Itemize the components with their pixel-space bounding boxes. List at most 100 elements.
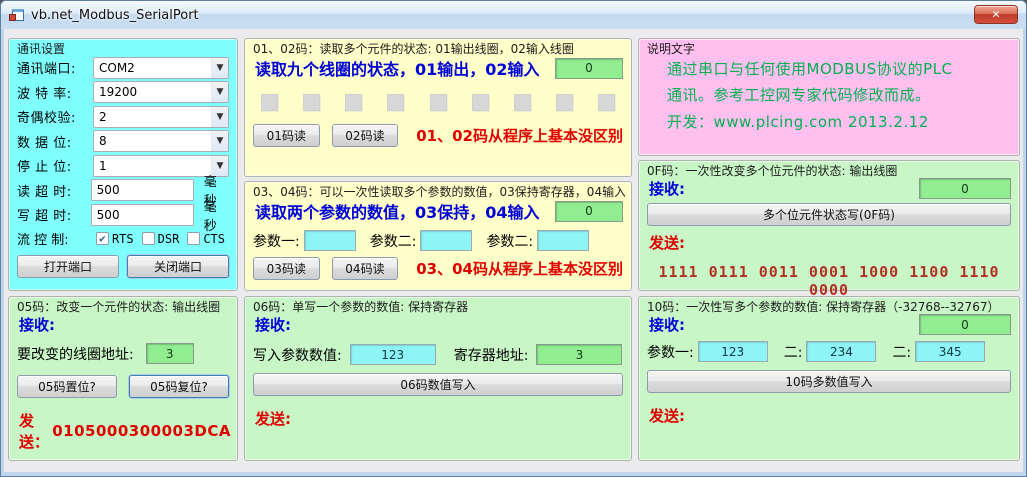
coil-indicator [387,94,404,111]
p10-param1-input[interactable]: 123 [698,341,768,362]
title-bar[interactable]: vb.net_Modbus_SerialPort ✕ [1,1,1026,29]
panel-comm-settings: 通讯设置 通讯端口: COM2 ▼ 波 特 率: 19200 ▼ [8,38,238,291]
p05-recv-label: 接收: [19,314,55,335]
field-databits: 数 据 位: 8 ▼ [17,130,229,152]
dsr-checkbox[interactable] [142,232,155,245]
panel-06: 06码：单写一个参数的数值: 保持寄存器 接收: 写入参数数值: 123 寄存器… [244,296,632,461]
p0304-param1-box[interactable] [304,230,356,251]
flow-control-label: 流 控 制: [17,229,92,248]
databits-label: 数 据 位: [17,132,93,151]
write-0F-button[interactable]: 多个位元件状态写(0F码) [647,203,1011,226]
coil-indicator [261,94,278,111]
p06-send-label: 发送: [255,408,291,429]
p10-send-label: 发送: [649,405,685,426]
p05-addr-input[interactable]: 3 [146,343,194,364]
write-timeout-label: 写 超 时: [17,205,91,224]
read-timeout-label: 读 超 时: [17,181,91,200]
p0102-note: 01、02码从程序上基本没区别 [416,125,623,146]
read-timeout-input[interactable]: 500 [91,179,194,201]
read-03-button[interactable]: 03码读 [253,257,320,280]
p10-param3-input[interactable]: 345 [915,341,985,362]
p0102-desc: 读取九个线圈的状态，01输出，02输入 [255,56,540,80]
field-parity: 奇偶校验: 2 ▼ [17,106,229,128]
p10-count-box[interactable]: 0 [919,314,1011,335]
p0F-recv-label: 接收: [649,178,685,199]
info-text: 通过串口与任何使用MODBUS协议的PLC 通讯。参考工控网专家代码修改而成。 … [645,54,1013,135]
read-01-button[interactable]: 01码读 [253,124,320,147]
p05-send-value: 0105000300003DCA [52,422,231,440]
p0304-param3-box[interactable] [537,230,589,251]
parity-combo[interactable]: 2 ▼ [93,106,229,128]
panel-0102-title: 01、02码：读取多个元件的状态: 01输出线圈，02输入线圈 [253,40,574,57]
chevron-down-icon[interactable]: ▼ [211,131,228,151]
panel-10-title: 10码：一次性写多个参数的数值: 保持寄存器（-32768--32767） [647,298,999,315]
write-timeout-input[interactable]: 500 [91,204,194,226]
field-read-timeout: 读 超 时: 500 毫秒 [17,179,229,201]
panel-info-title: 说明文字 [647,40,695,57]
panel-0304-title: 03、04码：可以一次性读取多个参数的数值，03保持寄存器，04输入 [253,183,625,200]
port-combo[interactable]: COM2 ▼ [93,57,229,79]
chevron-down-icon[interactable]: ▼ [211,82,228,102]
coil-indicator [472,94,489,111]
rts-checkbox[interactable]: ✔ [96,232,109,245]
databits-value: 8 [94,134,211,148]
cts-checkbox-item[interactable]: CTS [187,232,225,246]
info-line-1: 通过串口与任何使用MODBUS协议的PLC [667,56,1013,82]
p10-param3-label: 二: [892,342,911,362]
port-value: COM2 [94,61,211,75]
info-line-2: 通讯。参考工控网专家代码修改而成。 [667,82,1013,108]
coil-indicator [430,94,447,111]
panel-info: 说明文字 通过串口与任何使用MODBUS协议的PLC 通讯。参考工控网专家代码修… [638,38,1020,156]
chevron-down-icon[interactable]: ▼ [211,107,228,127]
coil-indicator [598,94,615,111]
p05-addr-label: 要改变的线圈地址: [17,344,134,364]
panel-0304: 03、04码：可以一次性读取多个参数的数值，03保持寄存器，04输入 读取两个参… [244,181,632,291]
baud-combo[interactable]: 19200 ▼ [93,81,229,103]
p0304-count-box[interactable]: 0 [555,201,623,222]
p0F-count-box[interactable]: 0 [919,178,1011,199]
p06-value-label: 写入参数数值: [253,345,342,365]
field-port: 通讯端口: COM2 ▼ [17,57,229,79]
panel-0102: 01、02码：读取多个元件的状态: 01输出线圈，02输入线圈 读取九个线圈的状… [244,38,632,177]
write-10-button[interactable]: 10码多数值写入 [647,370,1011,393]
close-button[interactable]: ✕ [974,5,1018,24]
dsr-checkbox-item[interactable]: DSR [142,232,180,246]
p0F-send-value: 1111 0111 0011 0001 1000 1100 1110 0000 [645,263,1013,299]
p06-addr-label: 寄存器地址: [454,345,529,365]
window-title: vb.net_Modbus_SerialPort [31,8,199,23]
p10-param2-label: 二: [784,342,803,362]
databits-combo[interactable]: 8 ▼ [93,130,229,152]
coil-indicator [514,94,531,111]
p10-param2-input[interactable]: 234 [806,341,876,362]
p05-reset-button[interactable]: 05码复位? [129,375,229,398]
chevron-down-icon[interactable]: ▼ [211,58,228,78]
p0F-send-label: 发送: [649,232,685,253]
write-06-button[interactable]: 06码数值写入 [253,373,623,396]
panel-10: 10码：一次性写多个参数的数值: 保持寄存器（-32768--32767） 接收… [638,296,1020,461]
panel-comm-title: 通讯设置 [17,40,65,57]
p06-addr-input[interactable]: 3 [536,344,622,365]
p0304-param2-box[interactable] [420,230,472,251]
app-icon [9,8,25,23]
panel-0F-title: 0F码：一次性改变多个位元件的状态: 输出线圈 [647,162,897,179]
read-04-button[interactable]: 04码读 [332,257,399,280]
p0304-param1-label: 参数一: [253,231,300,251]
p06-value-input[interactable]: 123 [350,344,436,365]
open-port-button[interactable]: 打开端口 [17,255,119,278]
rts-checkbox-item[interactable]: ✔ RTS [96,232,134,246]
dsr-label: DSR [158,232,180,246]
p0102-count-box[interactable]: 0 [555,58,623,79]
port-label: 通讯端口: [17,58,93,77]
panel-05: 05码：改变一个元件的状态: 输出线圈 接收: 要改变的线圈地址: 3 05码置… [8,296,238,461]
read-02-button[interactable]: 02码读 [332,124,399,147]
field-stopbits: 停 止 位: 1 ▼ [17,155,229,177]
p10-param1-label: 参数一: [647,342,694,362]
panel-05-title: 05码：改变一个元件的状态: 输出线圈 [17,298,220,315]
p05-set-button[interactable]: 05码置位? [17,375,117,398]
close-port-button[interactable]: 关闭端口 [127,255,229,278]
write-timeout-unit: 毫秒 [204,196,229,234]
p0304-param2-label: 参数二: [370,231,417,251]
rts-label: RTS [112,232,134,246]
stopbits-value: 1 [94,159,211,173]
cts-checkbox[interactable] [187,232,200,245]
